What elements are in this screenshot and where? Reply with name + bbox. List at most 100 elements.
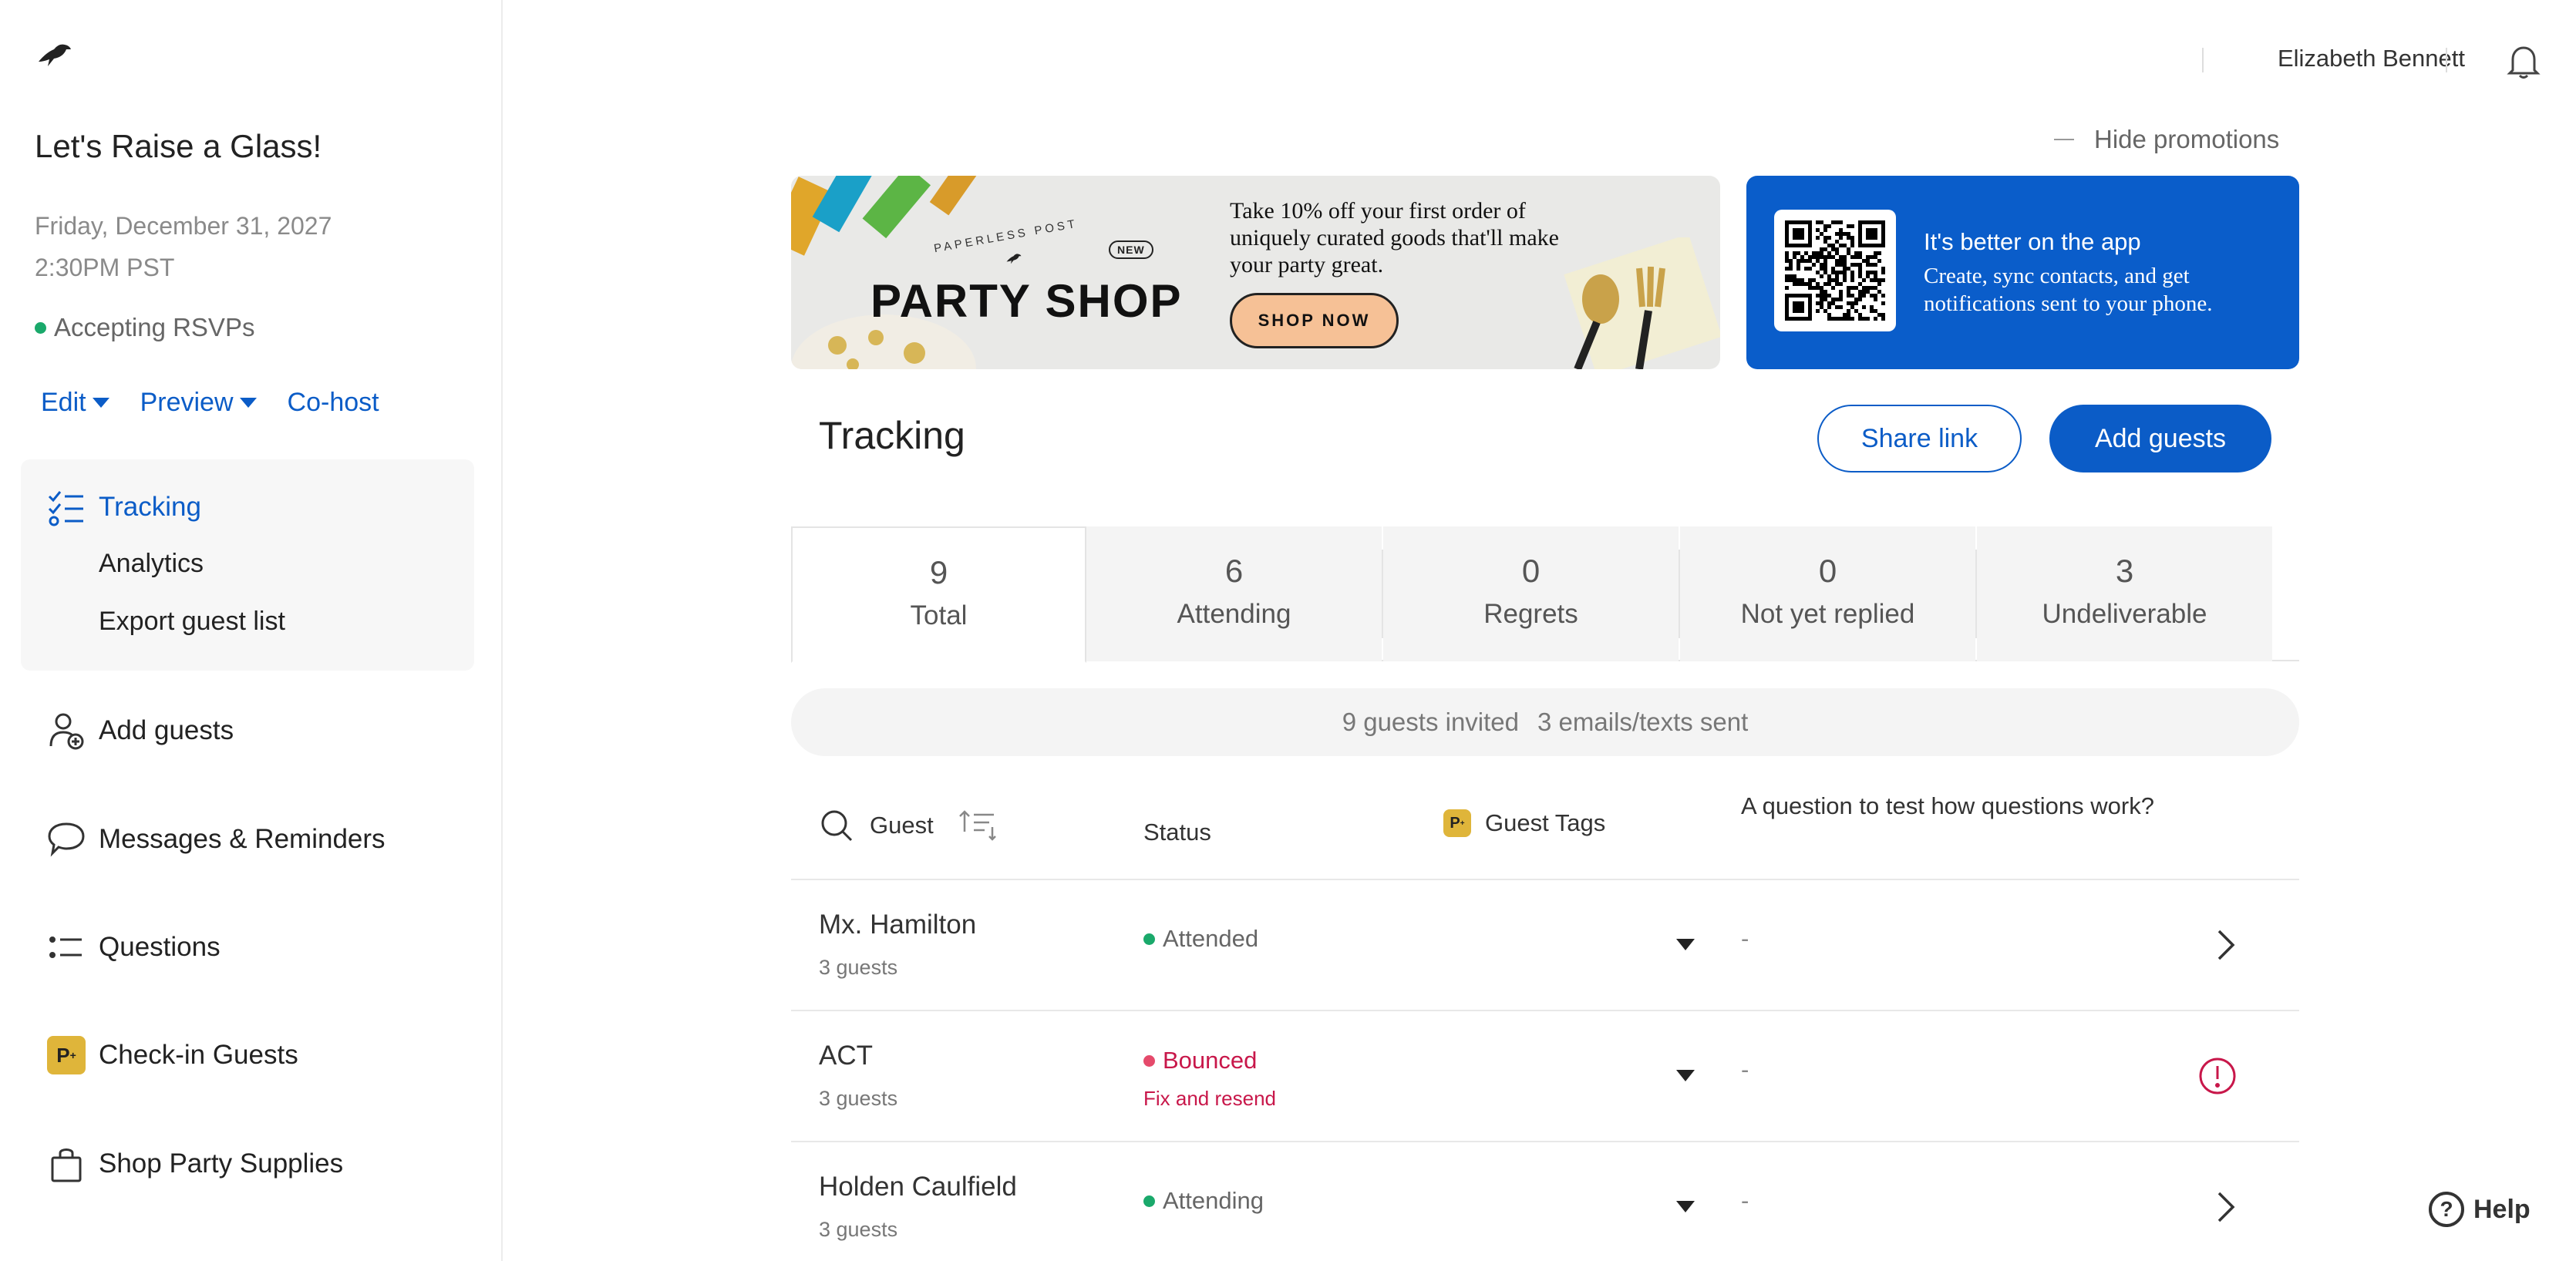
sidebar-item-label: Messages & Reminders (99, 824, 386, 854)
rsvp-status: Accepting RSVPs (35, 313, 254, 342)
sidebar-item-analytics[interactable]: Analytics (99, 549, 204, 579)
sidebar-item-checkin[interactable]: P + Check-in Guests (46, 1035, 298, 1075)
minus-icon (2054, 139, 2074, 140)
hide-promotions-button[interactable]: Hide promotions (2054, 125, 2279, 154)
stat-value: 0 (1521, 553, 1541, 589)
cohost-link[interactable]: Co-host (288, 388, 379, 418)
app-promo-title: It's better on the app (1924, 228, 2141, 255)
question-mark-icon: ? (2429, 1192, 2464, 1227)
tab-regrets[interactable]: 0 Regrets (1383, 526, 1679, 661)
hide-promotions-label: Hide promotions (2094, 125, 2280, 153)
event-date: Friday, December 31, 2027 (35, 212, 332, 240)
stat-label: Not yet replied (1740, 599, 1915, 629)
tags-dropdown-chevron-icon[interactable] (1676, 939, 1695, 950)
guest-count: 3 guests (819, 1218, 898, 1241)
list-icon (46, 927, 86, 967)
app-promo-text: Create, sync contacts, and get notificat… (1924, 264, 2213, 316)
help-button[interactable]: ? Help (2429, 1192, 2531, 1227)
guest-tags-label: Guest Tags (1485, 809, 1606, 836)
sidebar-item-tracking[interactable]: Tracking (46, 487, 201, 527)
page-title: Tracking (819, 414, 965, 457)
sidebar: Let's Raise a Glass! Friday, December 31… (0, 0, 503, 1261)
status-dot-icon (1143, 1195, 1155, 1207)
stat-value: 3 (2115, 553, 2134, 589)
guest-header-label: Guest (870, 812, 934, 839)
status-dot-icon (1143, 1054, 1155, 1067)
party-shop-text: Take 10% off your first order of uniquel… (1230, 198, 1559, 277)
app-promo-banner[interactable]: It's better on the app Create, sync cont… (1746, 176, 2299, 369)
bird-logo-icon[interactable] (35, 39, 74, 69)
guest-column-header: Guest (819, 808, 1000, 843)
guest-count: 3 guests (819, 956, 898, 979)
sidebar-item-shop[interactable]: Shop Party Supplies (46, 1144, 343, 1184)
sidebar-item-label: Add guests (99, 715, 234, 745)
add-guests-button[interactable]: Add guests (2049, 405, 2271, 472)
qr-code-icon (1774, 210, 1896, 331)
status-column-header: Status (1143, 819, 1211, 846)
stat-value: 6 (1224, 553, 1244, 589)
question-answer: - (1741, 1056, 1749, 1083)
guest-count: 3 guests (819, 1087, 898, 1110)
share-link-button[interactable]: Share link (1817, 405, 2022, 472)
sidebar-item-label: Tracking (99, 492, 201, 522)
tab-undeliverable[interactable]: 3 Undeliverable (1977, 526, 2272, 661)
divider (2446, 48, 2447, 72)
divider (2202, 48, 2204, 72)
event-datetime: Friday, December 31, 2027 2:30PM PST (35, 205, 332, 288)
preview-dropdown[interactable]: Preview (140, 388, 257, 418)
sidebar-item-export-guest-list[interactable]: Export guest list (99, 607, 285, 637)
status-dot-icon (1143, 933, 1155, 945)
stat-label: Attending (1177, 599, 1291, 629)
tags-dropdown-chevron-icon[interactable] (1676, 1201, 1695, 1212)
chevron-right-icon[interactable] (2210, 1189, 2241, 1226)
party-shop-title: PARTY SHOP (870, 275, 1183, 327)
edit-label: Edit (41, 388, 86, 417)
shop-now-button[interactable]: SHOP NOW (1230, 293, 1399, 348)
user-name[interactable]: Elizabeth Bennett (2278, 45, 2465, 72)
gold-utensils-image (1564, 237, 1720, 369)
sidebar-item-questions[interactable]: Questions (46, 927, 221, 967)
messages-sent-count: 3 emails/texts sent (1537, 708, 1749, 736)
stat-value: 0 (1818, 553, 1837, 589)
new-badge: NEW (1109, 240, 1153, 259)
table-row[interactable]: Mx. Hamilton 3 guests Attended - (791, 880, 2299, 1011)
table-row[interactable]: ACT 3 guests Bounced Fix and resend - (791, 1011, 2299, 1142)
status-label: Bounced (1163, 1047, 1258, 1074)
guest-tags-column-header: P + Guest Tags (1443, 809, 1605, 837)
tags-dropdown-chevron-icon[interactable] (1676, 1070, 1695, 1081)
stat-label: Undeliverable (2042, 599, 2207, 629)
edit-dropdown[interactable]: Edit (41, 388, 109, 418)
help-label: Help (2473, 1194, 2531, 1224)
rsvp-stats-tabs: 9 Total 6 Attending 0 Regrets 0 Not yet … (791, 526, 2299, 663)
status-badge: Bounced (1143, 1047, 1257, 1074)
event-actions: Edit Preview Co-host (41, 388, 379, 418)
question-answer: - (1741, 925, 1749, 952)
sidebar-item-label: Check-in Guests (99, 1040, 298, 1070)
stat-label: Regrets (1483, 599, 1578, 629)
sidebar-item-messages[interactable]: Messages & Reminders (46, 819, 386, 859)
status-badge: Attending (1143, 1187, 1264, 1215)
question-answer: - (1741, 1187, 1749, 1214)
alert-icon[interactable] (2197, 1056, 2238, 1096)
event-title: Let's Raise a Glass! (35, 128, 322, 164)
chevron-right-icon[interactable] (2210, 926, 2241, 963)
table-row[interactable]: Holden Caulfield 3 guests Attending - (791, 1142, 2299, 1261)
tab-total[interactable]: 9 Total (791, 526, 1086, 663)
fix-and-resend-link[interactable]: Fix and resend (1143, 1087, 1276, 1111)
checklist-icon (46, 487, 86, 527)
tab-not-yet-replied[interactable]: 0 Not yet replied (1680, 526, 1975, 661)
sidebar-item-add-guests[interactable]: Add guests (46, 711, 234, 751)
bell-icon[interactable] (2507, 42, 2541, 79)
invite-summary: 9 guests invited 3 emails/texts sent (791, 688, 2299, 756)
tab-attending[interactable]: 6 Attending (1086, 526, 1382, 661)
status-dot-icon (35, 321, 46, 334)
guest-name: Holden Caulfield (819, 1172, 1017, 1202)
speech-bubble-icon (46, 819, 86, 859)
add-user-icon (46, 711, 86, 751)
stat-value: 9 (929, 554, 948, 590)
party-shop-banner[interactable]: PAPERLESS POST NEW PARTY SHOP Take 10% o… (791, 176, 1720, 369)
preview-label: Preview (140, 388, 234, 417)
search-icon[interactable] (819, 808, 854, 843)
sidebar-item-label: Questions (99, 932, 221, 962)
sort-icon[interactable] (958, 809, 1000, 842)
